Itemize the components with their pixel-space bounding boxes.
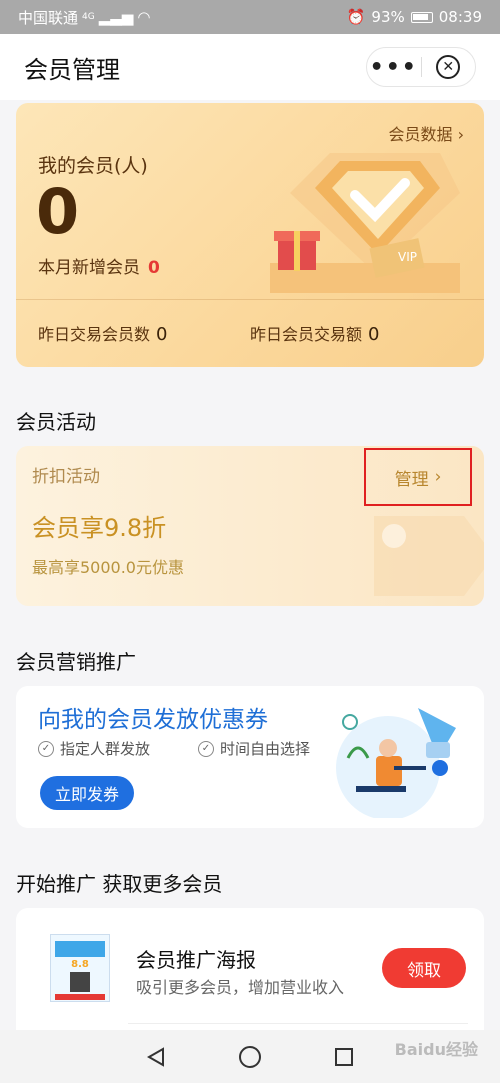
wifi-icon: ◠ — [137, 8, 151, 26]
member-data-link[interactable]: 会员数据 › — [388, 121, 464, 145]
yesterday-members-label: 昨日交易会员数 — [38, 325, 151, 344]
manage-button[interactable]: 管理 › — [364, 448, 472, 506]
feature-targeted-label: 指定人群发放 — [60, 740, 151, 758]
chevron-right-icon: › — [434, 467, 442, 487]
discount-activity-card[interactable]: 折扣活动 管理 › 会员享9.8折 最高享5000.0元优惠 — [16, 446, 484, 606]
signal-icon: ▂▃▅ — [98, 8, 134, 26]
close-icon: ✕ — [436, 55, 461, 79]
check-circle-icon: ✓ — [198, 740, 214, 757]
yesterday-members-stat: 昨日交易会员数 0 — [38, 321, 167, 345]
battery-percent: 93% — [371, 8, 405, 26]
carrier-label: 中国联通 — [18, 8, 79, 27]
alarm-icon: ⏰ — [346, 8, 366, 26]
check-circle-icon: ✓ — [38, 740, 54, 757]
my-members-value: 0 — [36, 175, 80, 248]
member-summary-card: 会员数据 › 我的会员(人) 0 本月新增会员 0 昨日交易会员数 0 昨日会员交易… — [16, 103, 484, 367]
watermark-logo: Baidu经验 — [394, 1040, 478, 1059]
poster-thumb-banner — [55, 941, 105, 957]
coupon-card: 向我的会员发放优惠券 ✓ 指定人群发放 ✓ 时间自由选择 立即发券 — [16, 686, 484, 828]
feature-time-label: 时间自由选择 — [220, 740, 311, 758]
poster-name: 会员推广海报 — [136, 948, 256, 972]
section-title-activities: 会员活动 — [16, 410, 96, 434]
close-button[interactable]: ✕ — [422, 55, 476, 79]
poster-divider — [128, 1023, 468, 1024]
manage-label: 管理 — [394, 469, 429, 490]
activity-type-label: 折扣活动 — [32, 467, 100, 487]
status-bar: 中国联通 4G ▂▃▅ ◠ ⏰ 93% 08:39 — [0, 0, 500, 34]
qr-code-icon — [70, 972, 90, 992]
month-new-label: 本月新增会员 — [38, 258, 140, 278]
poster-thumb-footer — [55, 994, 105, 1000]
vip-label: VIP — [398, 250, 417, 264]
section-title-marketing: 会员营销推广 — [16, 650, 136, 674]
member-data-label: 会员数据 — [388, 125, 453, 144]
activity-discount-text: 会员享9.8折 — [32, 514, 167, 542]
mini-program-capsule: ••• ✕ — [366, 47, 476, 87]
poster-item: 8.8 会员推广海报 吸引更多会员，增加营业收入 领取 — [16, 908, 484, 1032]
yesterday-amount-label: 昨日会员交易额 — [250, 325, 363, 344]
summary-divider — [16, 299, 484, 300]
yesterday-amount-stat: 昨日会员交易额 0 — [250, 321, 379, 345]
yesterday-amount-value: 0 — [368, 324, 380, 345]
more-button[interactable]: ••• — [367, 55, 421, 80]
month-new-members: 本月新增会员 0 — [38, 253, 160, 278]
home-circle-icon[interactable] — [238, 1045, 262, 1069]
feature-targeted: ✓ 指定人群发放 — [38, 738, 150, 759]
nav-bar: 会员管理 ••• ✕ — [0, 34, 500, 100]
section-title-promotion: 开始推广 获取更多会员 — [16, 872, 223, 896]
clock: 08:39 — [438, 8, 482, 26]
activity-max-discount: 最高享5000.0元优惠 — [32, 558, 184, 577]
coupon-heading: 向我的会员发放优惠券 — [38, 707, 268, 733]
battery-icon — [410, 11, 433, 23]
issue-coupon-button[interactable]: 立即发券 — [40, 776, 134, 810]
month-new-value: 0 — [148, 258, 160, 278]
back-triangle-icon[interactable] — [145, 1046, 167, 1068]
claim-button[interactable]: 领取 — [382, 948, 466, 988]
coupon-illustration-icon — [336, 708, 456, 818]
tag-icon — [374, 516, 484, 596]
recents-square-icon[interactable] — [333, 1046, 355, 1068]
yesterday-members-value: 0 — [156, 324, 168, 345]
my-members-label: 我的会员(人) — [38, 155, 148, 177]
feature-time: ✓ 时间自由选择 — [198, 738, 310, 759]
poster-thumbnail: 8.8 — [50, 934, 110, 1002]
network-label: 4G — [82, 12, 95, 22]
vip-badge-icon — [270, 153, 460, 293]
chevron-right-icon: › — [457, 125, 464, 144]
poster-desc: 吸引更多会员，增加营业收入 — [136, 978, 345, 997]
page-title: 会员管理 — [24, 55, 120, 84]
poster-thumb-value: 8.8 — [71, 959, 89, 970]
